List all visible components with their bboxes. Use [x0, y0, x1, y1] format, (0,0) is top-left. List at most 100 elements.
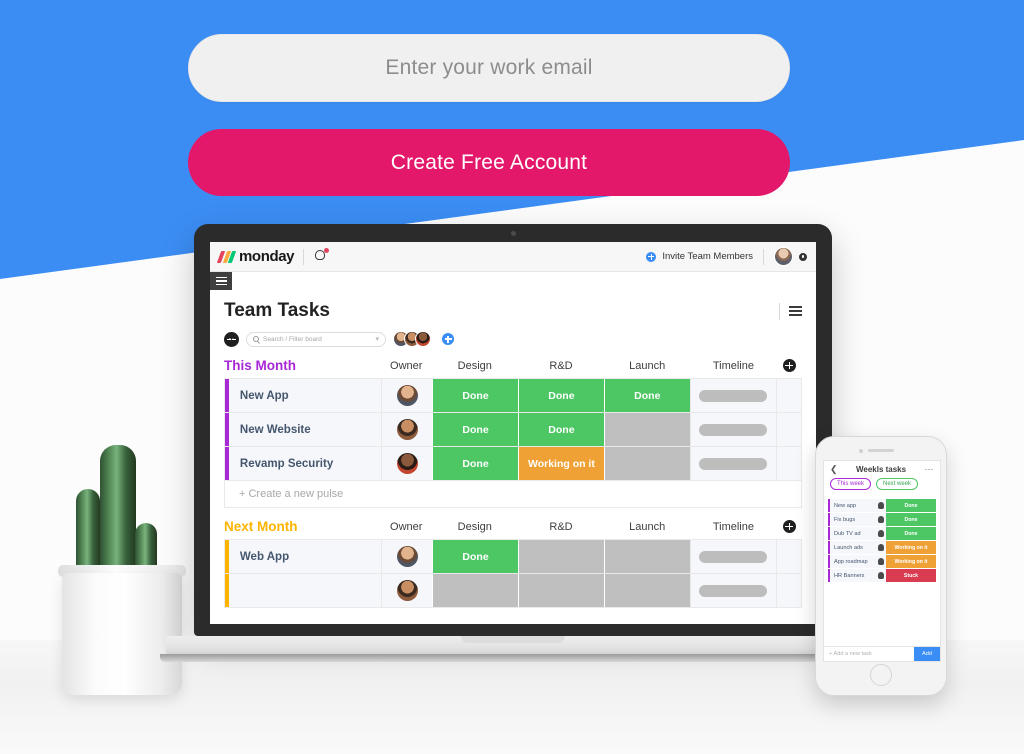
column-header-timeline: Timeline	[712, 520, 754, 533]
status-cell-rd[interactable]	[517, 574, 604, 607]
timeline-cell[interactable]	[689, 379, 776, 412]
status-cell-launch[interactable]	[603, 540, 690, 573]
table-row[interactable]: Revamp Security Done Working on it	[225, 446, 801, 480]
group-rows: Web App Done	[224, 539, 802, 608]
group-title[interactable]: Next Month	[224, 519, 381, 534]
list-view-icon[interactable]	[789, 305, 802, 317]
add-column-button[interactable]	[777, 359, 802, 372]
add-button[interactable]: Add	[914, 647, 940, 661]
task-name: App roadmap	[834, 558, 868, 565]
hamburger-icon[interactable]	[210, 272, 232, 290]
gear-icon[interactable]	[799, 252, 807, 261]
timeline-cell[interactable]	[689, 413, 776, 446]
status-cell-launch[interactable]	[603, 413, 690, 446]
phone-screen: ❮ Weekls tasks ⋯ This week Next week New…	[823, 460, 941, 662]
group-title[interactable]: This Month	[224, 358, 381, 373]
status-cell-design[interactable]: Done	[432, 540, 518, 573]
table-row[interactable]	[225, 573, 801, 607]
pulse-icon[interactable]	[224, 331, 239, 347]
chevron-down-icon[interactable]: ▾	[375, 335, 379, 343]
board-title-row: Team Tasks	[224, 300, 802, 322]
timeline-cell[interactable]	[689, 574, 776, 607]
status-cell-launch[interactable]: Done	[603, 379, 690, 412]
row-owner[interactable]	[381, 574, 433, 607]
status-cell-design[interactable]	[432, 574, 518, 607]
person-icon[interactable]	[875, 572, 886, 579]
avatar[interactable]	[415, 331, 431, 347]
status-badge[interactable]: Done	[886, 527, 936, 540]
status-badge[interactable]: Done	[886, 499, 936, 512]
status-badge[interactable]: Working on it	[886, 541, 936, 554]
timeline-cell[interactable]	[689, 447, 776, 480]
search-placeholder: Search / Filter board	[263, 335, 322, 343]
person-icon[interactable]	[875, 502, 886, 509]
person-icon[interactable]	[875, 516, 886, 523]
person-icon[interactable]	[875, 544, 886, 551]
person-icon[interactable]	[875, 530, 886, 537]
row-owner[interactable]	[381, 413, 433, 446]
status-cell-launch[interactable]	[603, 447, 690, 480]
column-header-owner: Owner	[390, 520, 423, 533]
avatar	[396, 546, 418, 567]
laptop-screen: monday Invite Team Members Team Tasks Se…	[210, 242, 816, 624]
status-cell-design[interactable]: Done	[432, 413, 518, 446]
phone-home-button[interactable]	[870, 664, 892, 686]
chevron-left-icon[interactable]: ❮	[830, 464, 838, 475]
column-header-rd: R&D	[549, 359, 573, 372]
status-cell-rd[interactable]	[517, 540, 604, 573]
status-cell-rd[interactable]: Done	[517, 379, 604, 412]
status-cell-launch[interactable]	[603, 574, 690, 607]
search-input[interactable]: Search / Filter board ▾	[246, 331, 386, 347]
column-header-timeline: Timeline	[712, 359, 754, 372]
signup-form: Enter your work email Create Free Accoun…	[188, 34, 790, 196]
table-row[interactable]: New Website Done Done	[225, 412, 801, 446]
more-dots-icon[interactable]: ⋯	[925, 464, 935, 475]
row-title: New Website	[239, 423, 311, 436]
status-cell-design[interactable]: Done	[432, 379, 518, 412]
search-icon	[253, 336, 259, 342]
status-badge[interactable]: Done	[886, 513, 936, 526]
monday-logo[interactable]: monday	[216, 248, 295, 265]
tab-next-week[interactable]: Next week	[876, 478, 919, 490]
avatar[interactable]	[774, 247, 793, 266]
row-owner[interactable]	[381, 379, 433, 412]
tab-this-week[interactable]: This week	[830, 478, 872, 490]
phone-device: ❮ Weekls tasks ⋯ This week Next week New…	[815, 436, 947, 696]
task-name: Fix bugs	[834, 516, 856, 523]
list-item[interactable]: Launch ads Working on it	[828, 541, 936, 554]
row-owner[interactable]	[381, 447, 433, 480]
laptop-bezel-top	[194, 224, 832, 242]
phone-speaker	[868, 449, 894, 452]
board-area: Team Tasks Search / Filter board ▾ This …	[210, 290, 816, 608]
list-item[interactable]: New app Done	[828, 499, 936, 512]
create-free-account-button[interactable]: Create Free Account	[188, 129, 790, 196]
laptop-base-foot	[160, 654, 866, 662]
bell-icon[interactable]	[313, 248, 330, 264]
add-person-icon[interactable]	[442, 333, 454, 345]
board-members	[393, 331, 431, 347]
create-new-pulse-button[interactable]: + Create a new pulse	[225, 480, 801, 507]
add-task-input[interactable]: + Add a new task	[824, 651, 914, 657]
list-item[interactable]: App roadmap Working on it	[828, 555, 936, 568]
list-item[interactable]: Fix bugs Done	[828, 513, 936, 526]
list-item[interactable]: Dub TV ad Done	[828, 527, 936, 540]
email-field[interactable]: Enter your work email	[188, 34, 790, 102]
add-column-button[interactable]	[777, 520, 802, 533]
status-cell-rd[interactable]: Done	[517, 413, 604, 446]
status-badge[interactable]: Stuck	[886, 569, 936, 582]
person-icon[interactable]	[875, 558, 886, 565]
status-badge[interactable]: Working on it	[886, 555, 936, 568]
row-owner[interactable]	[381, 540, 433, 573]
invite-team-members-link[interactable]: Invite Team Members	[662, 251, 753, 262]
timeline-cell[interactable]	[689, 540, 776, 573]
status-cell-rd[interactable]: Working on it	[517, 447, 604, 480]
phone-task-list: New app Done Fix bugs Done Dub TV ad Don…	[824, 494, 940, 582]
app-menu-strip	[210, 272, 816, 290]
table-row[interactable]: New App Done Done Done	[225, 378, 801, 412]
row-end-cell	[775, 413, 801, 446]
table-row[interactable]: Web App Done	[225, 539, 801, 573]
group-header: This Month Owner Design R&D Launch Timel…	[224, 358, 802, 373]
list-item[interactable]: HR Banners Stuck	[828, 569, 936, 582]
laptop-device: monday Invite Team Members Team Tasks Se…	[194, 224, 832, 636]
status-cell-design[interactable]: Done	[432, 447, 518, 480]
